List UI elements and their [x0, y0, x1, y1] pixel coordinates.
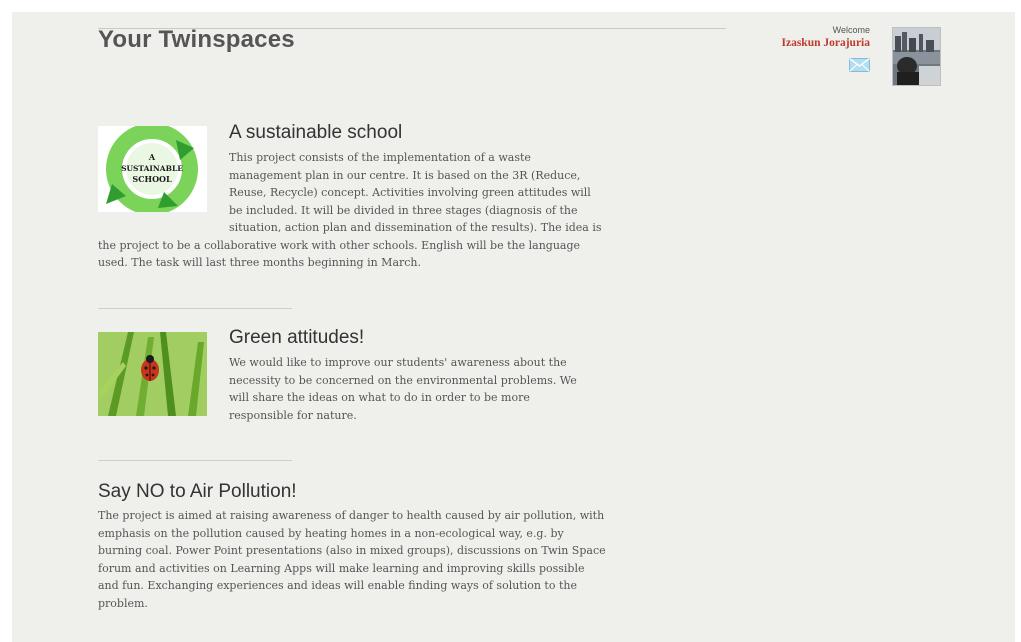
ladybug-thumbnail[interactable]: [98, 332, 207, 418]
thumb-text-school: SCHOOL: [132, 174, 172, 184]
thumb-text-a: A: [148, 152, 156, 162]
avatar[interactable]: [892, 27, 941, 86]
sustainable-school-thumbnail[interactable]: A SUSTAINABLE SCHOOL: [98, 126, 207, 212]
envelope-icon[interactable]: [849, 57, 870, 72]
project-card: Say NO to Air Pollution! The project is …: [98, 480, 606, 612]
project-title[interactable]: Green attitudes!: [229, 326, 603, 350]
user-box: Welcome Izaskun Jorajuria: [760, 25, 871, 50]
welcome-label: Welcome: [832, 25, 870, 35]
project-divider: [98, 460, 292, 461]
project-card: A SUSTAINABLE SCHOOL A sustainable schoo…: [98, 121, 603, 272]
page-title: Your Twinspaces: [98, 26, 295, 53]
project-description: We would like to improve our students' a…: [229, 356, 577, 422]
project-title[interactable]: Say NO to Air Pollution!: [98, 480, 606, 504]
user-name-link[interactable]: Izaskun Jorajuria: [760, 36, 871, 50]
project-divider: [98, 308, 292, 309]
project-title[interactable]: A sustainable school: [229, 121, 603, 145]
project-card: Green attitudes! We would like to improv…: [98, 326, 603, 424]
thumb-text-sustainable: SUSTAINABLE: [121, 164, 183, 173]
project-description: The project is aimed at raising awarenes…: [98, 509, 606, 610]
